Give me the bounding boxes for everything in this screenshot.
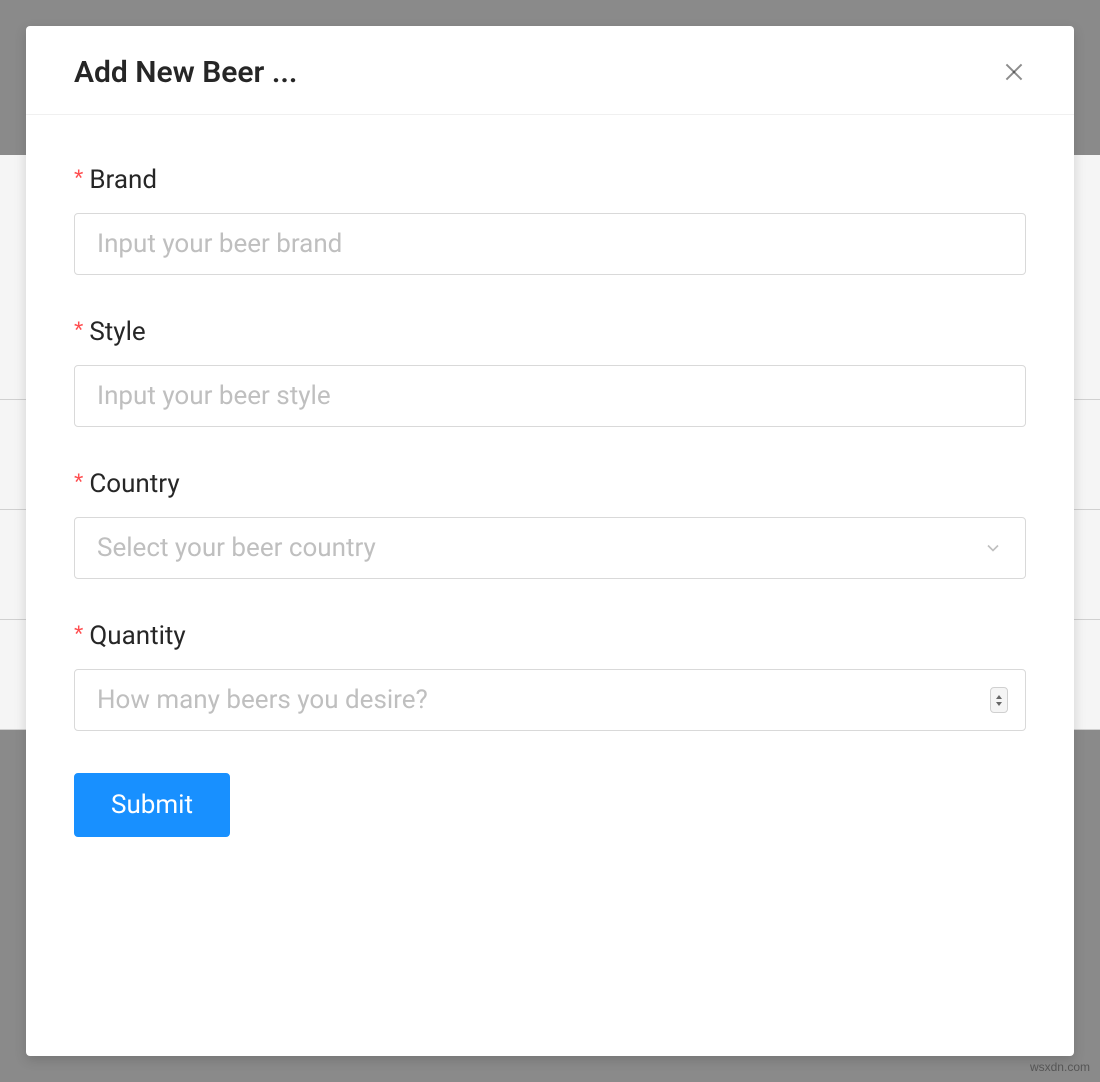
modal-title: Add New Beer ... [74,55,297,90]
required-mark: * [74,317,83,344]
brand-label-text: Brand [89,165,157,195]
country-label: *Country [74,469,1026,499]
brand-input[interactable] [74,213,1026,275]
brand-label: *Brand [74,165,1026,195]
required-mark: * [74,621,83,648]
close-button[interactable] [996,54,1032,90]
form-item-style: *Style [74,317,1026,427]
modal-body: *Brand *Style *Country Select your beer … [26,115,1074,885]
quantity-label: *Quantity [74,621,1026,651]
quantity-input-wrapper [74,669,1026,731]
country-placeholder: Select your beer country [97,533,376,563]
country-label-text: Country [89,469,179,499]
submit-button[interactable]: Submit [74,773,230,837]
add-beer-modal: Add New Beer ... *Brand *Style *Country [26,26,1074,1056]
form-item-brand: *Brand [74,165,1026,275]
close-icon [1001,59,1027,85]
required-mark: * [74,165,83,192]
watermark: wsxdn.com [1030,1060,1090,1074]
style-input[interactable] [74,365,1026,427]
form-item-country: *Country Select your beer country [74,469,1026,579]
quantity-input[interactable] [74,669,1026,731]
modal-header: Add New Beer ... [26,26,1074,115]
required-mark: * [74,469,83,496]
style-label-text: Style [89,317,145,347]
quantity-label-text: Quantity [89,621,185,651]
chevron-down-icon [983,538,1003,558]
country-select[interactable]: Select your beer country [74,517,1026,579]
form-item-quantity: *Quantity [74,621,1026,731]
style-label: *Style [74,317,1026,347]
quantity-stepper[interactable] [990,687,1008,713]
